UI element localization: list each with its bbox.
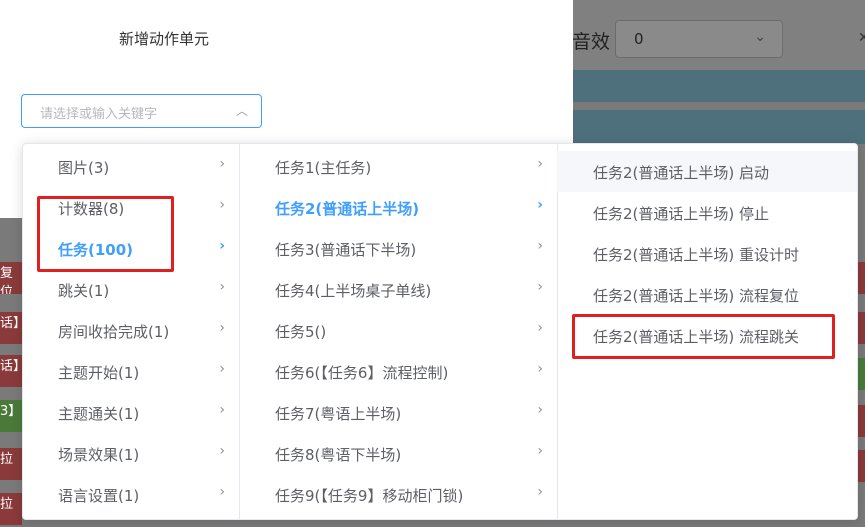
background-tag: 复位 <box>0 262 22 294</box>
cascader-option-task6[interactable]: 任务6(【任务6】流程控制) › <box>239 351 557 392</box>
cascader-input[interactable]: 请选择或输入关键字 ︿ <box>21 94 262 128</box>
cascader-option-task4[interactable]: 任务4(上半场桌子单线) › <box>239 269 557 310</box>
background-tag: 拉 <box>0 493 22 525</box>
chevron-right-icon: › <box>537 361 543 377</box>
background-tag <box>857 405 865 437</box>
highlight-box-flow-skip <box>572 314 835 359</box>
chevron-right-icon: › <box>537 402 543 418</box>
cascader-menu-level2: 任务1(主任务) › 任务2(普通话上半场) › 任务3(普通话下半场) › 任务4(… <box>239 144 558 519</box>
background-tag: 话】 <box>0 355 22 387</box>
cascader-option-scene-effect[interactable]: 场景效果(1) › <box>23 433 239 474</box>
cascader-option-task3[interactable]: 任务3(普通话下半场) › <box>239 228 557 269</box>
chevron-right-icon: › <box>219 238 225 254</box>
chevron-right-icon: › <box>537 238 543 254</box>
chevron-right-icon: › <box>537 484 543 500</box>
background-band <box>573 70 865 102</box>
chevron-down-icon: ⌄ <box>754 29 766 45</box>
chevron-right-icon: › <box>219 320 225 336</box>
cascader-option-task1[interactable]: 任务1(主任务) › <box>239 146 557 187</box>
cascader-option-theme-clear[interactable]: 主题通关(1) › <box>23 392 239 433</box>
background-tag: 话】 <box>0 312 22 344</box>
chevron-right-icon: › <box>537 197 543 213</box>
chevron-right-icon: › <box>219 484 225 500</box>
background-tag: 3】 <box>0 400 22 432</box>
cascader-option-room-cleanup[interactable]: 房间收拾完成(1) › <box>23 310 239 351</box>
highlight-box-tasks <box>37 196 174 272</box>
chevron-right-icon: › <box>219 197 225 213</box>
cascader-placeholder: 请选择或输入关键字 <box>40 107 158 122</box>
chevron-right-icon: › <box>219 361 225 377</box>
cascader-option-task2-stop[interactable]: 任务2(普通话上半场) 停止 <box>557 192 857 233</box>
cascader-option-task2-flow-reset[interactable]: 任务2(普通话上半场) 流程复位 <box>557 274 857 315</box>
chevron-right-icon: › <box>537 279 543 295</box>
background-tag <box>857 358 865 390</box>
cascader-option-task2-reset-timer[interactable]: 任务2(普通话上半场) 重设计时 <box>557 233 857 274</box>
chevron-right-icon: › <box>537 156 543 172</box>
cascader-option-skip-level[interactable]: 跳关(1) › <box>23 269 239 310</box>
chevron-up-icon: ︿ <box>235 104 248 118</box>
cascader-option-task8[interactable]: 任务8(粤语下半场) › <box>239 433 557 474</box>
chevron-right-icon: › <box>219 443 225 459</box>
cascader-option-task2-start[interactable]: 任务2(普通话上半场) 启动 <box>557 151 857 192</box>
background-sound-label: 音效 <box>572 31 611 53</box>
cascader-option-task2[interactable]: 任务2(普通话上半场) › <box>239 187 557 228</box>
background-band <box>573 110 865 144</box>
chevron-right-icon: › <box>537 320 543 336</box>
background-tag <box>857 262 865 294</box>
background-select-value: 0 <box>634 30 644 48</box>
chevron-right-icon: › <box>219 279 225 295</box>
cascader-option-language[interactable]: 语言设置(1) › <box>23 474 239 515</box>
background-tag <box>857 450 865 482</box>
background-tag <box>857 312 865 344</box>
chevron-right-icon: › <box>537 443 543 459</box>
cascader-option-task9[interactable]: 任务9(【任务9】移动柜门锁) › <box>239 474 557 515</box>
dialog-title: 新增动作单元 <box>119 30 210 48</box>
background-tag: 拉 <box>0 448 22 480</box>
cascader-option-theme-start[interactable]: 主题开始(1) › <box>23 351 239 392</box>
background-sound-select[interactable]: 0 ⌄ <box>615 20 783 58</box>
cascader-option-task7[interactable]: 任务7(粤语上半场) › <box>239 392 557 433</box>
chevron-right-icon: › <box>219 156 225 172</box>
cascader-option-task5[interactable]: 任务5() › <box>239 310 557 351</box>
cascader-option-images[interactable]: 图片(3) › <box>23 146 239 187</box>
close-icon[interactable]: ✕ <box>858 30 865 46</box>
chevron-right-icon: › <box>219 402 225 418</box>
